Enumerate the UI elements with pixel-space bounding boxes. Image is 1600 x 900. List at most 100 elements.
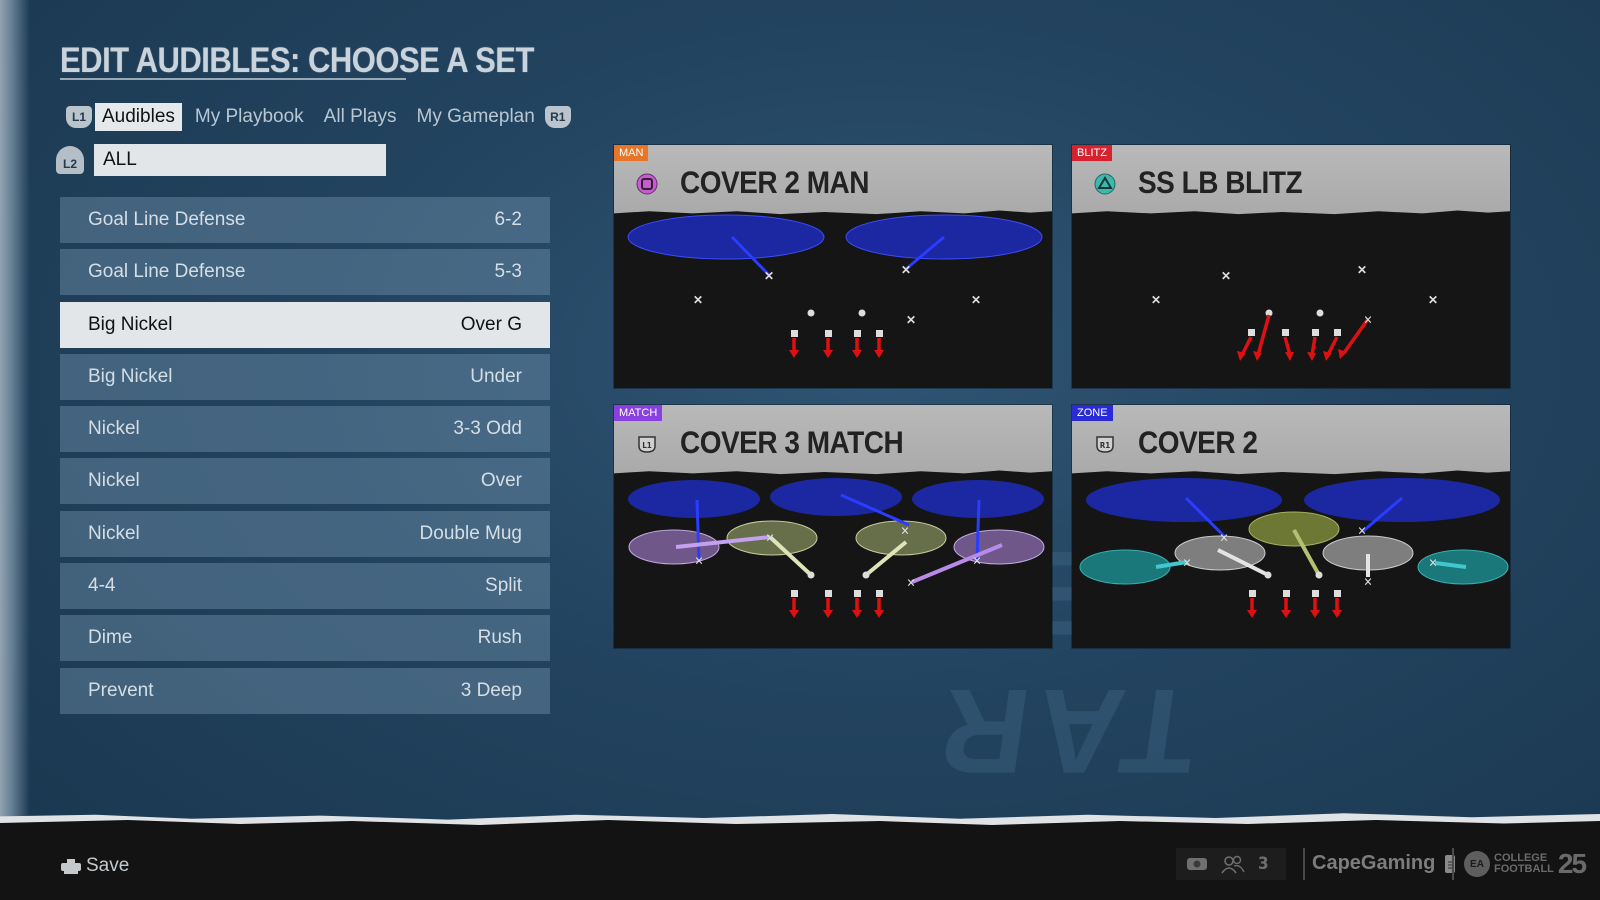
tab-audibles[interactable]: Audibles [95,103,182,131]
defender-marker: ✕ [901,263,911,277]
defender-marker: ✕ [764,269,774,283]
divider [1452,848,1454,880]
user-profile[interactable]: CapeGaming [1312,852,1456,875]
touchpad-icon [61,859,81,874]
defender-marker: ✕ [1182,556,1191,570]
defender-marker: ✕ [1363,575,1372,589]
r1-button-icon[interactable]: R1 [544,106,571,128]
formation-set: Double Mug [419,522,522,544]
flat-zone [628,529,720,565]
formation-set: Over G [460,313,522,335]
defender-marker: ✕ [694,554,703,568]
party-icon [1221,855,1245,874]
formation-name: Big Nickel [88,365,173,387]
background-edge [0,0,30,820]
formation-set: Under [470,365,522,387]
formation-name: Nickel [88,522,140,544]
defender-marker: ✕ [972,554,981,568]
formation-row[interactable]: Prevent 3 Deep [60,667,550,714]
formation-row[interactable]: Goal Line Defense 6-2 [60,197,550,243]
save-button[interactable]: Save [60,855,129,877]
filter-row: L2 ALL [56,144,386,176]
formation-set: 5-3 [494,261,522,283]
logo-number: 25 [1557,848,1587,879]
formation-row[interactable]: Dime Rush [60,615,550,662]
audible-card-ss-lb-blitz[interactable]: ✕ ✕ ✕ ✕ ✕ BLITZ SS LB BLITZ [1072,145,1510,388]
coverage-tag: BLITZ [1072,145,1112,161]
svg-text:L1: L1 [642,441,652,450]
square-button-icon [636,173,658,195]
formation-row[interactable]: Big Nickel Under [60,353,550,400]
tab-my-gameplan[interactable]: My Gameplan [410,103,542,131]
play-name: COVER 2 [1138,425,1258,460]
rush-arrows [789,590,884,618]
defender-marker: ✕ [906,313,916,327]
formation-name: Nickel [88,470,140,492]
formation-name: Prevent [88,679,154,701]
defender-marker: ✕ [1219,531,1228,545]
title-underline [60,78,406,80]
l1-button-icon[interactable]: L1 [66,106,92,128]
audible-card-cover-2[interactable]: ✕ ✕ ✕ ✕ ✕ ZONE R1 COVER 2 [1072,405,1510,648]
formation-set: 3-3 Odd [453,418,522,440]
formation-row[interactable]: Nickel Double Mug [60,510,550,557]
camera-icon [1187,858,1207,870]
page-title: EDIT AUDIBLES: CHOOSE A SET [60,40,534,81]
defender-marker: ✕ [765,531,774,545]
deep-zone [1304,478,1500,522]
play-name: SS LB BLITZ [1138,165,1303,200]
play-name: COVER 2 MAN [680,165,869,200]
tab-all-plays[interactable]: All Plays [317,103,404,131]
formation-name: Goal Line Defense [88,261,246,283]
defender-marker: ✕ [1357,524,1366,538]
deep-zone [770,478,902,516]
party-count: 3 [1258,854,1269,874]
defender-marker: ✕ [1363,313,1372,327]
formation-row[interactable]: Nickel 3-3 Odd [60,406,550,453]
triangle-button-icon [1094,173,1116,195]
formation-row[interactable]: Nickel Over [60,458,550,505]
audible-card-cover-2-man[interactable]: ✕ ✕ ✕ ✕ ✕ MAN COVER 2 MAN [614,145,1052,388]
formation-name: Goal Line Defense [88,209,246,230]
formation-name: Dime [88,627,133,649]
l2-button-icon[interactable]: L2 [56,146,84,174]
formation-list: Goal Line Defense 6-2 Goal Line Defense 5-… [60,197,550,720]
logo-line2: FOOTBALL [1494,863,1554,875]
formation-row[interactable]: Goal Line Defense 5-3 [60,249,550,296]
formation-set: 3 Deep [460,679,522,701]
formation-set: Rush [477,627,522,649]
deep-zone [1086,478,1282,522]
play-name: COVER 3 MATCH [680,425,904,460]
lb-marker [1316,309,1324,317]
username: CapeGaming [1312,852,1436,874]
deep-zone [627,214,825,260]
defender-marker: ✕ [900,524,909,538]
ea-logo-icon: EA [1464,851,1490,877]
formation-row-selected[interactable]: Big Nickel Over G [60,301,550,348]
party-status[interactable]: 3 [1176,848,1286,880]
tab-my-playbook[interactable]: My Playbook [188,103,311,131]
defender-marker: ✕ [906,576,915,590]
coverage-tag: MATCH [614,405,663,421]
defender-marker: ✕ [1428,556,1437,570]
defender-marker: ✕ [1357,263,1367,277]
formation-set: 6-2 [494,209,522,230]
formation-name: Nickel [88,418,140,440]
save-label: Save [86,855,130,876]
defender-marker: ✕ [693,293,703,307]
lb-marker [858,309,866,317]
coverage-tag: MAN [614,145,649,161]
divider [1303,848,1305,880]
defender-marker: ✕ [1151,293,1161,307]
game-logo: EA COLLEGE FOOTBALL 25 [1464,848,1587,880]
formation-name: 4-4 [88,575,116,597]
formation-name: Big Nickel [88,313,173,335]
filter-dropdown[interactable]: ALL [94,144,386,176]
lb-marker [807,309,815,317]
l1-button-icon: L1 [636,433,658,455]
audible-card-cover-3-match[interactable]: ✕ ✕ ✕ ✕ ✕ MATCH L1 COVER 3 MATCH [614,405,1052,648]
r1-button-icon: R1 [1094,433,1116,455]
defender-marker: ✕ [971,293,981,307]
tab-bar: L1 Audibles My Playbook All Plays My Gam… [66,103,571,131]
formation-row[interactable]: 4-4 Split [60,563,550,610]
